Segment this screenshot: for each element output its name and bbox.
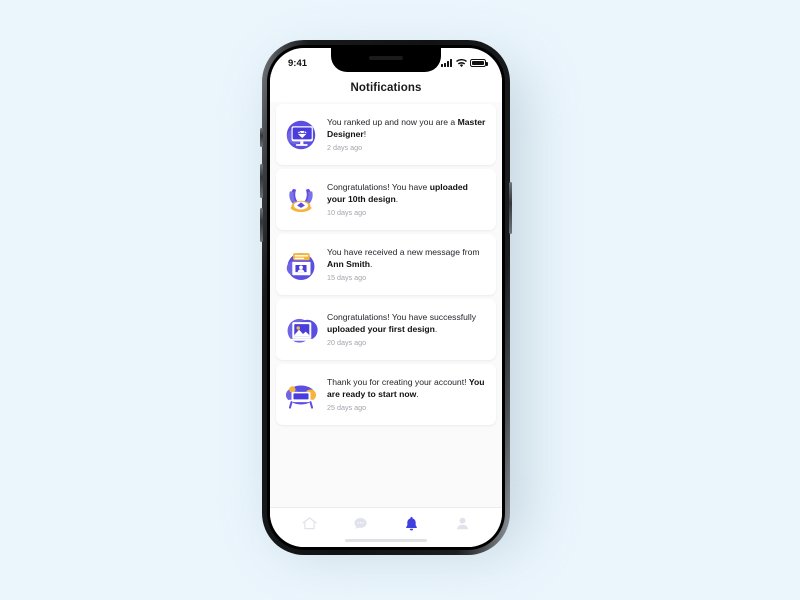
notification-item[interactable]: Thank you for creating your account! You… (276, 364, 496, 425)
notification-timestamp: 25 days ago (327, 403, 367, 413)
notification-content: Congratulations! You have uploaded your … (327, 182, 488, 217)
screenshot-canvas: 9:41 Notifications You ranked up and now… (0, 0, 800, 600)
wifi-icon (455, 58, 467, 67)
nav-item-home[interactable] (297, 513, 323, 535)
notification-timestamp: 15 days ago (327, 273, 367, 283)
notification-timestamp: 2 days ago (327, 143, 363, 153)
notification-item[interactable]: You ranked up and now you are a Master D… (276, 104, 496, 165)
notification-item[interactable]: Congratulations! You have successfully u… (276, 299, 496, 360)
person-icon (457, 517, 468, 530)
notification-message: Thank you for creating your account! You… (327, 377, 488, 400)
desktop-gem-icon (282, 116, 320, 154)
notification-message: You have received a new message from Ann… (327, 247, 488, 270)
volume-up-button[interactable] (260, 164, 263, 198)
message-prefix: You have received a new message from (327, 246, 480, 257)
message-suffix: . (395, 193, 399, 204)
home-indicator[interactable] (345, 539, 427, 542)
message-highlight: uploaded your first design (327, 323, 435, 334)
desk-workspace-icon (282, 376, 320, 414)
home-icon (302, 517, 317, 530)
notification-timestamp: 20 days ago (327, 338, 367, 348)
message-prefix: Congratulations! You have successfully (327, 311, 477, 322)
status-bar: 9:41 (270, 48, 502, 74)
message-suffix: ! (363, 128, 367, 139)
message-highlight: Ann Smith (327, 258, 370, 269)
silent-switch-button[interactable] (260, 128, 263, 147)
chat-icon (354, 517, 367, 530)
message-suffix: . (416, 388, 419, 399)
photo-upload-icon (282, 311, 320, 349)
phone-device-frame: 9:41 Notifications You ranked up and now… (260, 40, 512, 555)
bell-icon (406, 516, 417, 531)
message-prefix: You ranked up and now you are a (327, 116, 458, 127)
message-suffix: . (369, 258, 373, 269)
battery-full-icon (470, 59, 488, 67)
notification-item[interactable]: You have received a new message from Ann… (276, 234, 496, 295)
notification-content: Thank you for creating your account! You… (327, 377, 488, 412)
phone-screen: 9:41 Notifications You ranked up and now… (270, 48, 502, 547)
notification-item[interactable]: Congratulations! You have uploaded your … (276, 169, 496, 230)
page-title: Notifications (270, 74, 502, 102)
notification-list[interactable]: You ranked up and now you are a Master D… (270, 102, 502, 507)
mailbox-message-icon (282, 246, 320, 284)
status-bar-time: 9:41 (288, 57, 308, 69)
nav-item-messages[interactable] (348, 513, 374, 535)
notification-message: You ranked up and now you are a Master D… (327, 117, 488, 140)
notification-content: You have received a new message from Ann… (327, 247, 488, 282)
laurel-trophy-icon (282, 181, 320, 219)
status-bar-indicators (441, 58, 488, 68)
phone-bezel: 9:41 Notifications You ranked up and now… (267, 45, 505, 550)
notification-content: You ranked up and now you are a Master D… (327, 117, 488, 152)
notification-content: Congratulations! You have successfully u… (327, 312, 488, 347)
volume-down-button[interactable] (260, 208, 263, 242)
notification-timestamp: 10 days ago (327, 208, 367, 218)
nav-item-notifications[interactable] (399, 513, 425, 535)
power-button[interactable] (509, 182, 512, 234)
cellular-bars-icon (441, 59, 452, 67)
message-prefix: Thank you for creating your account! (327, 376, 469, 387)
nav-item-profile[interactable] (450, 513, 476, 535)
notification-message: Congratulations! You have uploaded your … (327, 182, 488, 205)
message-prefix: Congratulations! You have (327, 181, 430, 192)
notification-message: Congratulations! You have successfully u… (327, 312, 488, 335)
message-suffix: . (434, 323, 438, 334)
